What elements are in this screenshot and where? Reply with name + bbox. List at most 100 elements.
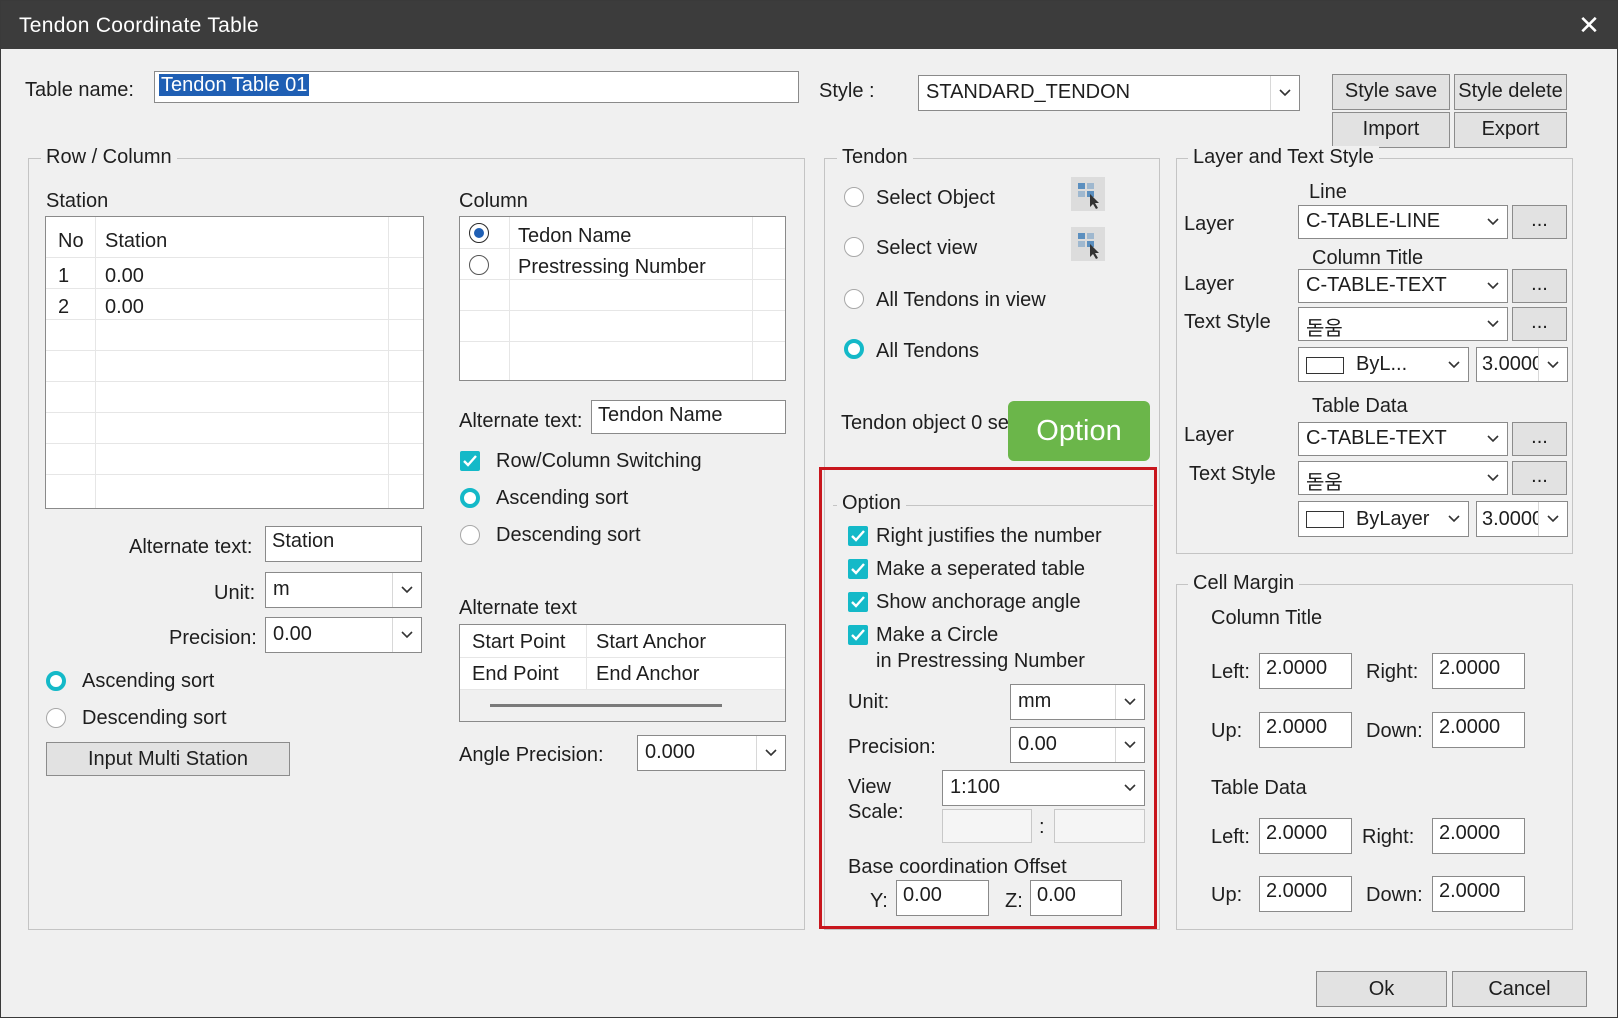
station-precision-select[interactable]: 0.00 bbox=[265, 617, 422, 653]
import-button[interactable]: Import bbox=[1332, 112, 1450, 148]
view-scale-numerator-input[interactable] bbox=[942, 809, 1032, 843]
alt-table-scrollbar[interactable] bbox=[460, 690, 785, 721]
station-row-1-value[interactable]: 0.00 bbox=[105, 265, 144, 288]
station-table[interactable]: No Station 1 0.00 2 0.00 bbox=[45, 216, 424, 509]
line-layer-label: Layer bbox=[1184, 213, 1235, 235]
column-list[interactable]: Tedon Name Prestressing Number bbox=[459, 216, 786, 381]
separated-table-label: Make a seperated table bbox=[876, 558, 1086, 580]
option-unit-value: mm bbox=[1018, 690, 1052, 712]
option-unit-label: Unit: bbox=[848, 691, 890, 713]
cm-td-up-input[interactable]: 2.0000 bbox=[1259, 876, 1352, 912]
chevron-down-icon[interactable] bbox=[1479, 206, 1507, 238]
chevron-down-icon[interactable] bbox=[392, 573, 421, 607]
ok-button[interactable]: Ok bbox=[1316, 971, 1447, 1007]
line-layer-select[interactable]: C-TABLE-LINE bbox=[1298, 205, 1508, 239]
anchorage-angle-checkbox[interactable] bbox=[848, 592, 868, 612]
cm-td-right-input[interactable]: 2.0000 bbox=[1432, 818, 1525, 854]
column-title-text-style-more-button[interactable]: ... bbox=[1512, 307, 1567, 341]
cm-ct-right-input[interactable]: 2.0000 bbox=[1432, 653, 1525, 689]
option-precision-select[interactable]: 0.00 bbox=[1010, 727, 1145, 763]
view-scale-select[interactable]: 1:100 bbox=[942, 770, 1145, 806]
chevron-down-icon[interactable] bbox=[1479, 270, 1507, 302]
station-label: Station bbox=[46, 190, 109, 212]
table-name-selected-text: Tendon Table 01 bbox=[159, 74, 310, 96]
cm-td-left-label: Left: bbox=[1211, 826, 1250, 848]
chevron-down-icon[interactable] bbox=[1538, 348, 1567, 381]
chevron-down-icon[interactable] bbox=[1479, 423, 1507, 455]
chevron-down-icon[interactable] bbox=[1479, 308, 1507, 340]
style-delete-button[interactable]: Style delete bbox=[1454, 74, 1567, 110]
column-item-prestressing-number[interactable]: Prestressing Number bbox=[518, 256, 706, 279]
column-title-color-select[interactable]: ByL... bbox=[1298, 347, 1469, 382]
column-alt-text-input[interactable]: Tendon Name bbox=[591, 400, 786, 434]
alt-table-scroll-thumb[interactable] bbox=[490, 704, 722, 707]
all-tendons-radio[interactable] bbox=[844, 339, 864, 359]
cancel-button[interactable]: Cancel bbox=[1452, 971, 1587, 1007]
input-multi-station-button[interactable]: Input Multi Station bbox=[46, 742, 290, 776]
line-layer-more-button[interactable]: ... bbox=[1512, 205, 1567, 239]
angle-precision-select[interactable]: 0.000 bbox=[637, 735, 786, 771]
offset-y-input[interactable]: 0.00 bbox=[896, 880, 989, 916]
column-prestressing-radio[interactable] bbox=[469, 255, 489, 275]
style-value: STANDARD_TENDON bbox=[926, 81, 1131, 103]
chevron-down-icon[interactable] bbox=[1440, 348, 1468, 381]
table-data-text-style-label: Text Style bbox=[1189, 463, 1276, 485]
view-scale-denominator-input[interactable] bbox=[1054, 809, 1145, 843]
cm-ct-down-input[interactable]: 2.0000 bbox=[1432, 712, 1525, 748]
chevron-down-icon[interactable] bbox=[1440, 502, 1468, 536]
select-object-pick-icon[interactable] bbox=[1071, 177, 1105, 211]
chevron-down-icon[interactable] bbox=[1270, 76, 1299, 110]
separated-table-checkbox[interactable] bbox=[848, 559, 868, 579]
table-data-text-style-more-button[interactable]: ... bbox=[1512, 461, 1567, 495]
station-unit-select[interactable]: m bbox=[265, 572, 422, 608]
table-data-layer-select[interactable]: C-TABLE-TEXT bbox=[1298, 422, 1508, 456]
station-descending-radio[interactable] bbox=[46, 708, 66, 728]
cm-td-down-input[interactable]: 2.0000 bbox=[1432, 876, 1525, 912]
chevron-down-icon[interactable] bbox=[1116, 771, 1144, 805]
chevron-down-icon[interactable] bbox=[1538, 502, 1567, 536]
cm-td-left-input[interactable]: 2.0000 bbox=[1259, 818, 1352, 854]
chevron-down-icon[interactable] bbox=[1115, 728, 1144, 762]
chevron-down-icon[interactable] bbox=[392, 618, 421, 652]
select-view-pick-icon[interactable] bbox=[1071, 227, 1105, 261]
cm-ct-left-input[interactable]: 2.0000 bbox=[1259, 653, 1352, 689]
column-tendon-name-radio[interactable] bbox=[469, 223, 489, 243]
style-select[interactable]: STANDARD_TENDON bbox=[918, 75, 1300, 111]
table-data-color-select[interactable]: ByLayer bbox=[1298, 501, 1469, 537]
alt-start-anchor[interactable]: Start Anchor bbox=[596, 631, 706, 654]
column-title-height-select[interactable]: 3.0000 bbox=[1476, 347, 1568, 382]
chevron-down-icon[interactable] bbox=[1115, 685, 1144, 719]
all-tendons-in-view-radio[interactable] bbox=[844, 289, 864, 309]
station-row-2-value[interactable]: 0.00 bbox=[105, 296, 144, 319]
circle-prestressing-checkbox[interactable] bbox=[848, 625, 868, 645]
alternate-text-table[interactable]: Start Point Start Anchor End Point End A… bbox=[459, 624, 786, 722]
column-ascending-radio[interactable] bbox=[460, 488, 480, 508]
export-button[interactable]: Export bbox=[1454, 112, 1567, 148]
table-data-text-style-select[interactable]: 돋움 bbox=[1298, 461, 1508, 495]
column-title-text-style-select[interactable]: 돋움 bbox=[1298, 307, 1508, 341]
chevron-down-icon[interactable] bbox=[756, 736, 785, 770]
select-view-radio[interactable] bbox=[844, 237, 864, 257]
column-title-layer-select[interactable]: C-TABLE-TEXT bbox=[1298, 269, 1508, 303]
station-alt-text-input[interactable]: Station bbox=[265, 526, 422, 562]
cm-ct-up-input[interactable]: 2.0000 bbox=[1259, 712, 1352, 748]
option-unit-select[interactable]: mm bbox=[1010, 684, 1145, 720]
column-title-layer-more-button[interactable]: ... bbox=[1512, 269, 1567, 303]
anchorage-angle-label: Show anchorage angle bbox=[876, 591, 1081, 613]
table-data-height-select[interactable]: 3.0000 bbox=[1476, 501, 1568, 537]
offset-z-input[interactable]: 0.00 bbox=[1030, 880, 1122, 916]
style-save-button[interactable]: Style save bbox=[1332, 74, 1450, 110]
table-data-section-label: Table Data bbox=[1312, 395, 1408, 417]
column-item-tendon-name[interactable]: Tedon Name bbox=[518, 225, 631, 248]
station-ascending-radio[interactable] bbox=[46, 671, 66, 691]
right-justify-checkbox[interactable] bbox=[848, 526, 868, 546]
table-data-layer-more-button[interactable]: ... bbox=[1512, 422, 1567, 456]
row-column-switching-checkbox[interactable] bbox=[460, 451, 480, 471]
column-descending-radio[interactable] bbox=[460, 525, 480, 545]
table-name-input[interactable]: Tendon Table 01 bbox=[154, 71, 799, 103]
base-offset-label: Base coordination Offset bbox=[848, 856, 1067, 878]
alt-end-anchor[interactable]: End Anchor bbox=[596, 663, 699, 686]
select-object-radio[interactable] bbox=[844, 187, 864, 207]
close-icon[interactable]: ✕ bbox=[1571, 7, 1607, 43]
chevron-down-icon[interactable] bbox=[1479, 462, 1507, 494]
